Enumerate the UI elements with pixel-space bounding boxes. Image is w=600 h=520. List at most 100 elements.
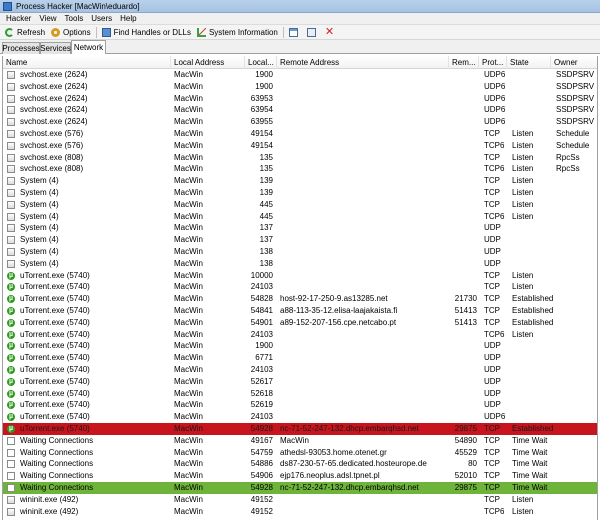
- table-row[interactable]: µ uTorrent.exe (5740) MacWin 24103 TCP Listen: [3, 281, 597, 293]
- network-list[interactable]: Name Local Address Local... Remote Addre…: [2, 56, 598, 520]
- table-row[interactable]: µ uTorrent.exe (5740) MacWin 54928 nc-71-52-…: [3, 423, 597, 435]
- cell-local-address: MacWin: [174, 199, 203, 209]
- cell-protocol: UDP: [484, 247, 501, 256]
- terminate-button[interactable]: ✕: [322, 26, 340, 39]
- table-row[interactable]: wininit.exe (492) MacWin 49152 TCP Listen: [3, 494, 597, 506]
- table-row[interactable]: µ uTorrent.exe (5740) MacWin 24103 UDP: [3, 364, 597, 376]
- table-row[interactable]: System (4) MacWin 138 UDP: [3, 258, 597, 270]
- table-row[interactable]: svchost.exe (2624) MacWin 63955 UDP6 SSDPSRV: [3, 116, 597, 128]
- options-button[interactable]: Options: [48, 26, 94, 39]
- cell-state: Established: [512, 424, 553, 433]
- cell-protocol: TCP6: [484, 140, 505, 150]
- cell-process-name: System (4): [20, 258, 59, 268]
- title-bar: Process Hacker [MacWin\eduardo]: [0, 0, 600, 13]
- table-row[interactable]: System (4) MacWin 138 UDP: [3, 246, 597, 258]
- table-row[interactable]: Waiting Connections MacWin 54906 ejp176.neo…: [3, 470, 597, 482]
- table-row[interactable]: System (4) MacWin 445 TCP Listen: [3, 199, 597, 211]
- window-find-button[interactable]: [304, 26, 322, 39]
- window-button[interactable]: [286, 26, 304, 39]
- cell-protocol: TCP: [484, 447, 500, 457]
- table-row[interactable]: svchost.exe (2624) MacWin 63954 UDP6 SSDPSRV: [3, 104, 597, 116]
- cell-state: Listen: [512, 211, 534, 221]
- cell-protocol: TCP6: [484, 506, 505, 516]
- cell-remote-port: [449, 494, 479, 506]
- process-icon: [7, 507, 15, 516]
- table-row[interactable]: Waiting Connections MacWin 49167 MacWin 5489…: [3, 435, 597, 447]
- cell-owner: [553, 329, 597, 341]
- cell-remote-address: a89-152-207-156.cpe.netcabo.pt: [280, 317, 397, 327]
- menu-tools[interactable]: Tools: [61, 14, 88, 23]
- column-header-local-port[interactable]: Local...: [245, 56, 277, 69]
- table-row[interactable]: µ uTorrent.exe (5740) MacWin 52617 UDP: [3, 376, 597, 388]
- table-row[interactable]: µ uTorrent.exe (5740) MacWin 6771 UDP: [3, 352, 597, 364]
- cell-owner: [553, 482, 597, 494]
- table-row[interactable]: System (4) MacWin 139 TCP Listen: [3, 175, 597, 187]
- cell-remote-address: [277, 376, 449, 388]
- cell-local-port: 52618: [250, 388, 273, 398]
- cell-owner: SSDPSRV: [556, 81, 595, 91]
- table-row[interactable]: svchost.exe (2624) MacWin 1900 UDP6 SSDPSRV: [3, 81, 597, 93]
- table-row[interactable]: Waiting Connections MacWin 54886 ds87-230-5…: [3, 458, 597, 470]
- table-row[interactable]: svchost.exe (576) MacWin 49154 TCP Listen Sch…: [3, 128, 597, 140]
- cell-remote-port: 29875: [454, 483, 477, 492]
- table-row[interactable]: wininit.exe (492) MacWin 49152 TCP6 Listen: [3, 506, 597, 518]
- cell-local-address: MacWin: [174, 412, 203, 422]
- cell-remote-address: [277, 187, 449, 199]
- table-row[interactable]: System (4) MacWin 445 TCP6 Listen: [3, 211, 597, 223]
- menu-help[interactable]: Help: [116, 14, 140, 23]
- table-row[interactable]: Waiting Connections MacWin 54928 nc-71-52-2…: [3, 482, 597, 494]
- table-row[interactable]: svchost.exe (2624) MacWin 1900 UDP6 SSDPSRV: [3, 69, 597, 81]
- table-row[interactable]: µ uTorrent.exe (5740) MacWin 24103 UDP6: [3, 411, 597, 423]
- cell-process-name: svchost.exe (808): [20, 164, 84, 174]
- find-handles-button[interactable]: Find Handles or DLLs: [99, 26, 194, 39]
- table-row[interactable]: µ uTorrent.exe (5740) MacWin 52618 UDP: [3, 388, 597, 400]
- cell-remote-address: [277, 340, 449, 352]
- cell-remote-address: [277, 329, 449, 341]
- menu-view[interactable]: View: [35, 14, 60, 23]
- tab-network[interactable]: Network: [71, 40, 106, 54]
- table-row[interactable]: svchost.exe (576) MacWin 49154 TCP6 Listen Sc…: [3, 140, 597, 152]
- table-row[interactable]: Waiting Connections MacWin 54759 athedsl-93…: [3, 447, 597, 459]
- cell-owner: RpcSs: [556, 152, 580, 162]
- cell-protocol: TCP: [484, 188, 500, 197]
- table-row[interactable]: µ uTorrent.exe (5740) MacWin 10000 TCP Listen: [3, 270, 597, 282]
- cell-remote-address: [277, 399, 449, 411]
- table-row[interactable]: µ uTorrent.exe (5740) MacWin 54841 a88-113-3…: [3, 305, 597, 317]
- table-row[interactable]: µ uTorrent.exe (5740) MacWin 54901 a89-152-2…: [3, 317, 597, 329]
- table-row[interactable]: svchost.exe (808) MacWin 135 TCP Listen RpcSs: [3, 152, 597, 164]
- table-row[interactable]: System (4) MacWin 137 UDP: [3, 222, 597, 234]
- menu-users[interactable]: Users: [87, 14, 116, 23]
- table-row[interactable]: µ uTorrent.exe (5740) MacWin 54828 host-92-1…: [3, 293, 597, 305]
- tab-processes[interactable]: Processes: [2, 42, 40, 54]
- app-icon: [3, 1, 12, 11]
- system-information-button[interactable]: System Information: [194, 26, 281, 39]
- column-header-local-address[interactable]: Local Address: [171, 56, 245, 69]
- column-header-protocol[interactable]: Prot...: [479, 56, 507, 69]
- cell-process-name: wininit.exe (492): [20, 494, 79, 504]
- column-header-name[interactable]: Name: [3, 56, 171, 69]
- table-row[interactable]: µ uTorrent.exe (5740) MacWin 1900 UDP: [3, 340, 597, 352]
- cell-local-address: MacWin: [174, 424, 203, 433]
- cell-state: [509, 376, 553, 388]
- waiting-connections-icon: [7, 484, 15, 492]
- cell-remote-port: [449, 140, 479, 152]
- cell-protocol: UDP6: [484, 81, 506, 91]
- table-row[interactable]: svchost.exe (2624) MacWin 63953 UDP6 SSDPSRV: [3, 93, 597, 105]
- refresh-button[interactable]: Refresh: [2, 26, 48, 39]
- table-row[interactable]: System (4) MacWin 137 UDP: [3, 234, 597, 246]
- table-row[interactable]: System (4) MacWin 139 TCP Listen: [3, 187, 597, 199]
- column-header-remote-address[interactable]: Remote Address: [277, 56, 449, 69]
- tab-services[interactable]: Services: [40, 42, 71, 54]
- cell-remote-address: [277, 69, 449, 81]
- menu-hacker[interactable]: Hacker: [2, 14, 35, 23]
- toolbar: Refresh Options Find Handles or DLLs Sys…: [0, 25, 600, 40]
- column-header-state[interactable]: State: [507, 56, 551, 69]
- cell-state: Time Wait: [512, 447, 548, 457]
- table-row[interactable]: µ uTorrent.exe (5740) MacWin 24103 TCP6 Liste…: [3, 329, 597, 341]
- column-header-owner[interactable]: Owner: [551, 56, 597, 69]
- cell-process-name: uTorrent.exe (5740): [20, 376, 90, 386]
- table-row[interactable]: svchost.exe (808) MacWin 135 TCP6 Listen RpcS…: [3, 163, 597, 175]
- column-header-remote-port[interactable]: Rem...: [449, 56, 479, 69]
- table-row[interactable]: µ uTorrent.exe (5740) MacWin 52619 UDP: [3, 399, 597, 411]
- cell-process-name: svchost.exe (576): [20, 129, 84, 138]
